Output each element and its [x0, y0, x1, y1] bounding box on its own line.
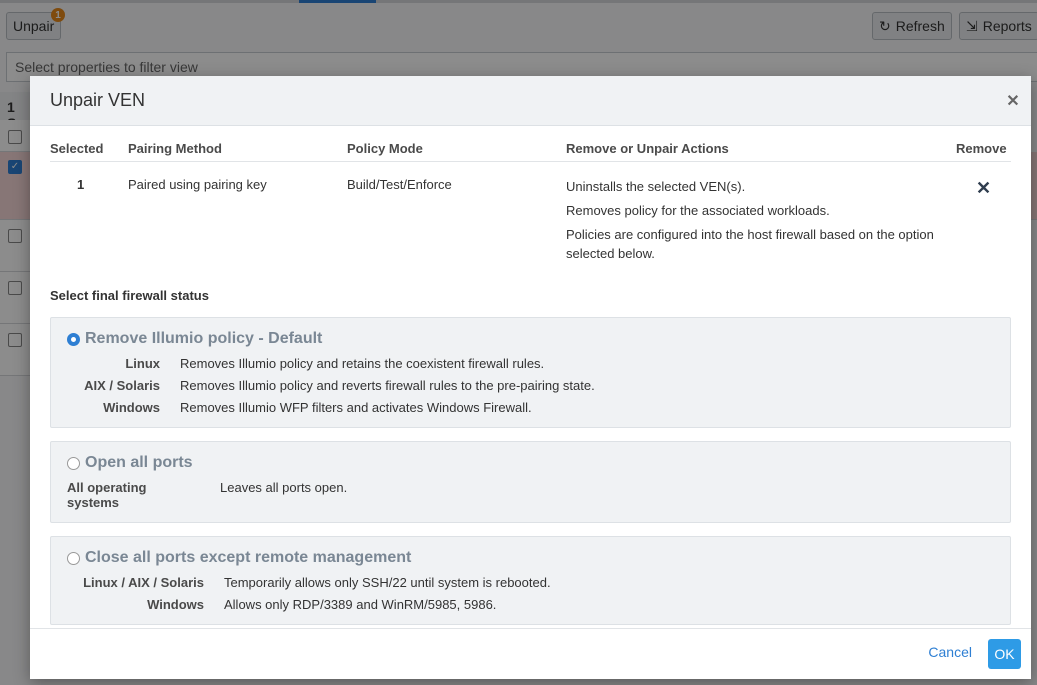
radio-unselected-icon[interactable]	[67, 551, 80, 565]
table-row: 1 Paired using pairing key Build/Test/En…	[50, 162, 1011, 269]
option-details: Linux / AIX / Solaris Temporarily allows…	[67, 575, 996, 612]
option-close-all-ports-head[interactable]: Close all ports except remote management	[67, 549, 996, 567]
table-header-row: Selected Pairing Method Policy Mode Remo…	[50, 138, 1011, 162]
os-name: Linux	[125, 356, 160, 371]
radio-unselected-icon[interactable]	[67, 456, 80, 470]
firewall-status-label: Select final firewall status	[50, 288, 209, 303]
os-desc: Temporarily allows only SSH/22 until sys…	[224, 575, 551, 590]
option-open-all-ports-head[interactable]: Open all ports	[67, 454, 996, 472]
cell-actions: Uninstalls the selected VEN(s). Removes …	[566, 162, 956, 269]
header-actions: Remove or Unpair Actions	[566, 138, 956, 162]
option-open-all-ports[interactable]: Open all ports All operating systems Lea…	[50, 441, 1011, 523]
os-desc: Removes Illumio policy and retains the c…	[180, 356, 545, 371]
action-line: Removes policy for the associated worklo…	[566, 203, 830, 218]
os-desc: Removes Illumio WFP filters and activate…	[180, 400, 532, 415]
cell-pairing-method: Paired using pairing key	[128, 177, 267, 192]
cell-remove: ✕	[956, 162, 1011, 269]
dialog-header: Unpair VEN ✕	[30, 76, 1031, 126]
option-details: Linux Removes Illumio policy and retains…	[67, 356, 996, 415]
os-name: AIX / Solaris	[84, 378, 160, 393]
header-pairing-method: Pairing Method	[128, 138, 347, 162]
cancel-button[interactable]: Cancel	[928, 644, 972, 660]
unpair-ven-dialog: Unpair VEN ✕ Selected Pairing Method Pol…	[30, 76, 1031, 679]
cell-policy-mode: Build/Test/Enforce	[347, 177, 452, 192]
os-desc: Leaves all ports open.	[220, 480, 348, 495]
header-remove: Remove	[956, 138, 1011, 162]
close-icon[interactable]: ✕	[1005, 91, 1021, 110]
remove-row-icon[interactable]: ✕	[976, 179, 991, 197]
radio-selected-icon[interactable]	[67, 332, 80, 346]
os-name: Windows	[103, 400, 160, 415]
ok-button[interactable]: OK	[988, 639, 1021, 669]
os-desc: Removes Illumio policy and reverts firew…	[180, 378, 595, 393]
header-selected: Selected	[50, 138, 128, 162]
option-remove-policy-head[interactable]: Remove Illumio policy - Default	[67, 330, 996, 348]
option-details: All operating systems Leaves all ports o…	[67, 480, 996, 510]
action-line: Uninstalls the selected VEN(s).	[566, 179, 746, 194]
cell-selected: 1	[77, 177, 85, 192]
dialog-title: Unpair VEN	[50, 90, 146, 110]
os-name: All operating systems	[67, 480, 147, 510]
option-close-all-ports[interactable]: Close all ports except remote management…	[50, 536, 1011, 625]
os-desc: Allows only RDP/3389 and WinRM/5985, 598…	[224, 597, 497, 612]
option-remove-policy[interactable]: Remove Illumio policy - Default Linux Re…	[50, 317, 1011, 428]
ven-table: Selected Pairing Method Policy Mode Remo…	[50, 138, 1011, 268]
action-line: Policies are configured into the host fi…	[566, 227, 934, 261]
option-title[interactable]: Remove Illumio policy - Default	[85, 330, 322, 348]
os-name: Windows	[147, 597, 204, 612]
header-policy-mode: Policy Mode	[347, 138, 566, 162]
os-name: Linux / AIX / Solaris	[83, 575, 204, 590]
dialog-footer: Cancel OK	[30, 628, 1031, 679]
option-title[interactable]: Open all ports	[85, 454, 193, 472]
option-title[interactable]: Close all ports except remote management	[85, 549, 411, 567]
dialog-body: Selected Pairing Method Policy Mode Remo…	[30, 126, 1031, 625]
